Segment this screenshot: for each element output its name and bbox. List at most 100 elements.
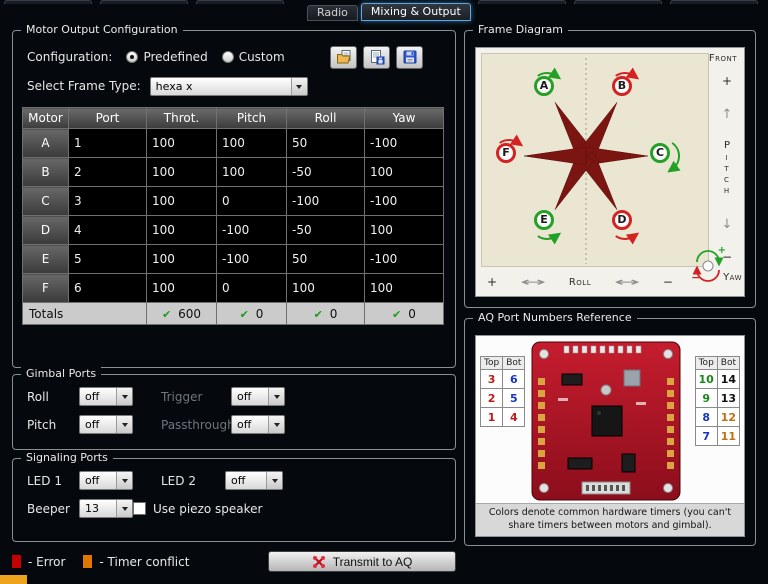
yaw-cell[interactable]: -100 [364,244,444,274]
signaling-row-1: LED 1 off LED 2 off [13,471,455,493]
port-cell[interactable]: 1 [68,128,147,158]
roll-cell[interactable]: 50 [286,128,365,158]
predefined-label: Predefined [143,50,208,64]
yaw-plus-sign: + [717,245,727,256]
clipped-tab-stub [574,0,662,4]
frame-type-label: Select Frame Type: [27,79,141,93]
throt-cell[interactable]: 100 [146,128,217,158]
port-row: 7 11 [694,426,741,446]
pitch-cell[interactable]: 100 [216,128,287,158]
total-pitch: ✔ 0 [216,302,287,325]
port-row: 8 12 [694,407,741,427]
chevron-down-icon [116,472,132,489]
frame-type-select[interactable]: hexa x [149,76,308,96]
pitch-cell[interactable]: -100 [216,215,287,245]
port-cell[interactable]: 6 [68,273,147,303]
timer-colors-caption: Colors denote common hardware timers (yo… [476,503,744,536]
rotation-arrow-e [537,232,562,245]
pitch-cell[interactable]: 0 [216,186,287,216]
gimbal-trigger-select[interactable]: off [231,387,285,406]
timer-conflict-legend-label: - Timer conflict [99,554,190,569]
chevron-down-icon [266,472,282,489]
yaw-cell[interactable]: 100 [364,157,444,187]
left-right-arrow-icon: ↔ [613,275,641,289]
pitch-cell[interactable]: 0 [216,273,287,303]
combo-value: off [231,474,246,487]
throt-cell[interactable]: 100 [146,244,217,274]
gimbal-pitch-select[interactable]: off [79,415,133,434]
aq-logo-icon [312,555,325,568]
clipped-tab-stub [670,0,758,4]
check-icon: ✔ [161,307,172,321]
yaw-cell[interactable]: 100 [364,273,444,303]
tab-mixing-output[interactable]: Mixing & Output [360,3,471,21]
col-header-throt: Throt. [146,107,217,129]
save-mixing-file-button[interactable] [363,45,390,69]
roll-cell[interactable]: -50 [286,157,365,187]
save-button[interactable] [396,45,423,69]
error-color-swatch [12,555,21,568]
pitch-cell[interactable]: -100 [216,244,287,274]
roll-minus-sign: − [662,275,673,289]
yaw-cell[interactable]: -100 [364,128,444,158]
transmit-to-aq-button[interactable]: Transmit to AQ [268,551,456,572]
gimbal-row-1: Roll off Trigger off [13,387,455,409]
yaw-cell[interactable]: 100 [364,215,444,245]
total-roll: ✔ 0 [286,302,365,325]
piezo-checkbox[interactable] [133,502,146,515]
port-cell[interactable]: 3 [68,186,147,216]
throt-cell[interactable]: 100 [146,157,217,187]
motor-e-marker: E [534,210,554,230]
open-mixing-file-button[interactable] [330,45,357,69]
yaw-cell[interactable]: -100 [364,186,444,216]
frame-diagram-panel: A B C D E F Front + ↑ Pitch ↓ − + ↔ Roll… [475,47,745,297]
totals-row: Totals ✔ 600 ✔ 0 ✔ 0 ✔ 0 [22,302,444,325]
motor-row-label: E [22,244,69,274]
pitch-cell[interactable]: 100 [216,157,287,187]
tab-radio[interactable]: Radio [307,5,358,21]
beeper-select[interactable]: 13 [79,499,133,518]
save-as-icon [370,50,384,65]
port-number: 9 [694,388,718,408]
table-row: C 3 100 0 -100 -100 [22,186,444,216]
totals-label: Totals [22,302,147,325]
signaling-ports-group: Signaling Ports LED 1 off LED 2 off Beep… [12,451,456,542]
gimbal-ports-group: Gimbal Ports Roll off Trigger off Pitch … [12,367,456,450]
col-header-port: Port [68,107,147,129]
roll-cell[interactable]: -50 [286,215,365,245]
bottom-edge-artifact [0,575,27,584]
led1-select[interactable]: off [79,471,133,490]
gimbal-roll-select[interactable]: off [79,387,133,406]
led1-label: LED 1 [27,474,62,488]
roll-cell[interactable]: 50 [286,244,365,274]
clipped-tab-stub [4,0,92,4]
col-header-motor: Motor [22,107,69,129]
check-icon: ✔ [313,307,323,321]
throt-cell[interactable]: 100 [146,215,217,245]
combo-value: off [237,390,252,403]
throt-cell[interactable]: 100 [146,273,217,303]
app-window: Radio Mixing & Output Motor Output Confi… [0,0,768,584]
predefined-radio[interactable]: Predefined [126,50,208,64]
group-title: Frame Diagram [473,23,568,36]
port-cell[interactable]: 4 [68,215,147,245]
roll-cell[interactable]: 100 [286,273,365,303]
roll-cell[interactable]: -100 [286,186,365,216]
frame-type-row: Select Frame Type: hexa x [27,75,308,97]
motor-d-marker: D [612,210,632,230]
led2-select[interactable]: off [225,471,283,490]
port-cell[interactable]: 2 [68,157,147,187]
col-header-roll: Roll [286,107,365,129]
gimbal-passthrough-select[interactable]: off [231,415,285,434]
port-cell[interactable]: 5 [68,244,147,274]
port-col-top: Top [694,356,718,370]
roll-axis: + ↔ Roll ↔ − [481,270,679,294]
piezo-label: Use piezo speaker [153,502,263,516]
port-number: 12 [716,407,741,427]
transmit-label: Transmit to AQ [332,554,413,569]
pitch-plus-sign: + [721,74,733,88]
custom-radio[interactable]: Custom [221,50,285,64]
floppy-disk-icon [403,50,416,64]
throt-cell[interactable]: 100 [146,186,217,216]
group-title: Gimbal Ports [21,367,102,380]
